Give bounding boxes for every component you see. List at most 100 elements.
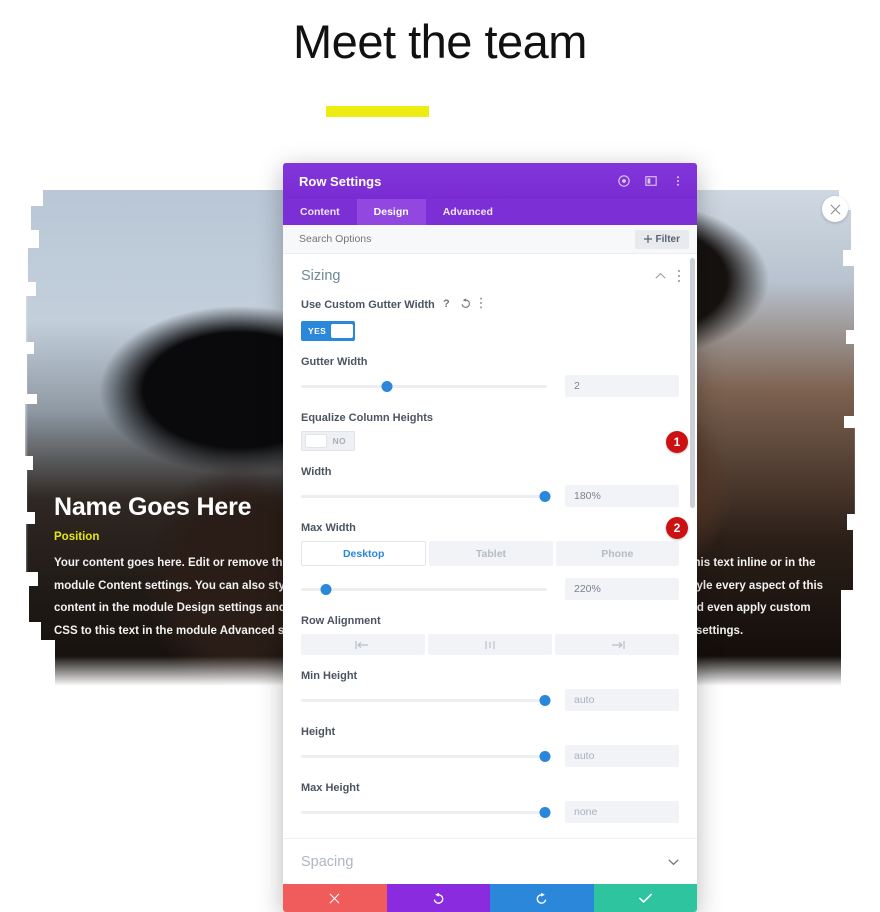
min-height-value[interactable]: auto [565, 689, 679, 711]
callout-badge-2: 2 [666, 517, 688, 539]
max-height-value[interactable]: none [565, 801, 679, 823]
modal-footer [283, 884, 697, 912]
page-hero: Meet the team [0, 0, 880, 118]
svg-text:?: ? [443, 298, 450, 309]
row-settings-modal: Row Settings Content Design Advanced Fil… [283, 163, 697, 912]
width-slider[interactable] [301, 488, 551, 504]
modal-header-actions [617, 174, 685, 188]
device-selector: Desktop Tablet Phone [301, 541, 679, 566]
redo-icon [536, 892, 547, 904]
kebab-menu-icon[interactable] [677, 269, 681, 283]
height-value[interactable]: auto [565, 745, 679, 767]
settings-panel: Sizing Use Custom Gutter Width ? YES Gut… [283, 254, 697, 884]
undo-button[interactable] [386, 884, 490, 912]
tab-content[interactable]: Content [283, 199, 357, 225]
align-left-button[interactable] [301, 634, 425, 655]
gutter-width-value[interactable]: 2 [565, 375, 679, 397]
gutter-width-slider[interactable] [301, 378, 547, 394]
field-width: Width 180% [301, 466, 679, 507]
toggle-state-label: NO [332, 436, 346, 446]
modal-title: Row Settings [299, 173, 382, 189]
align-center-icon [485, 640, 495, 649]
toggle-knob [305, 434, 328, 448]
align-left-icon [355, 640, 368, 649]
slider-knob[interactable] [539, 694, 551, 706]
row-alignment-selector [301, 634, 679, 655]
cancel-button[interactable] [283, 884, 387, 912]
slider-knob[interactable] [539, 806, 551, 818]
page-title: Meet the team [293, 15, 587, 68]
filter-label: Filter [655, 233, 680, 245]
kebab-menu-icon[interactable] [479, 296, 483, 314]
slider-knob[interactable] [539, 490, 551, 502]
slider-track [301, 384, 547, 388]
field-label: Max Width [301, 522, 356, 534]
slider-track [301, 698, 547, 702]
target-icon[interactable] [617, 174, 631, 188]
save-button[interactable] [593, 884, 697, 912]
check-icon [638, 893, 652, 903]
width-value[interactable]: 180% [565, 485, 679, 507]
min-height-slider[interactable] [301, 692, 551, 708]
field-equalize-column-heights: Equalize Column Heights NO [301, 412, 679, 451]
max-width-value[interactable]: 220% [565, 578, 679, 600]
settings-fields: Use Custom Gutter Width ? YES Gutter Wid… [283, 296, 697, 823]
max-height-slider[interactable] [301, 804, 551, 820]
field-label: Max Height [301, 782, 360, 794]
field-max-height: Max Height none [301, 782, 679, 823]
field-min-height: Min Height auto [301, 670, 679, 711]
align-right-icon [612, 640, 625, 649]
close-icon [830, 204, 840, 214]
slider-track [301, 494, 547, 498]
kebab-menu-icon[interactable] [671, 174, 685, 188]
modal-tabs: Content Design Advanced [283, 199, 697, 225]
redo-button[interactable] [490, 884, 594, 912]
panel-scrollbar[interactable] [690, 258, 695, 508]
undo-icon[interactable] [460, 296, 471, 314]
plus-icon [643, 235, 652, 243]
slider-knob[interactable] [320, 583, 332, 595]
undo-icon [433, 892, 444, 904]
title-underline-rule [326, 106, 429, 118]
question-mark-icon[interactable]: ? [443, 296, 452, 314]
field-label: Height [301, 726, 336, 738]
chevron-up-icon[interactable] [655, 272, 666, 280]
field-label: Gutter Width [301, 356, 368, 368]
section-header-sizing[interactable]: Sizing [283, 254, 697, 296]
toggle-equalize-column-heights[interactable]: NO [301, 431, 355, 451]
tab-advanced[interactable]: Advanced [426, 199, 510, 225]
close-icon [329, 893, 340, 903]
slider-knob[interactable] [539, 750, 551, 762]
device-tab-tablet[interactable]: Tablet [429, 541, 553, 566]
layout-panel-icon[interactable] [644, 174, 658, 188]
height-slider[interactable] [301, 748, 551, 764]
search-bar: Filter [283, 225, 697, 254]
field-height: Height auto [301, 726, 679, 767]
callout-badge-1: 1 [666, 431, 688, 453]
chevron-down-icon[interactable] [668, 858, 679, 866]
search-input[interactable] [299, 233, 635, 245]
slider-track [301, 587, 547, 591]
field-gutter-width: Gutter Width 2 [301, 356, 679, 397]
tab-design[interactable]: Design [356, 199, 426, 225]
toggle-use-custom-gutter-width[interactable]: YES [301, 321, 355, 341]
max-width-slider[interactable] [301, 581, 547, 597]
align-right-button[interactable] [555, 634, 679, 655]
card-close-button[interactable] [822, 196, 848, 222]
modal-header: Row Settings [283, 163, 697, 199]
field-label: Use Custom Gutter Width [301, 299, 435, 311]
slider-track [301, 754, 547, 758]
filter-button[interactable]: Filter [634, 229, 689, 249]
device-tab-phone[interactable]: Phone [555, 541, 679, 566]
field-label: Min Height [301, 670, 358, 682]
slider-knob[interactable] [381, 380, 393, 392]
toggle-knob [331, 324, 354, 338]
toggle-state-label: YES [308, 326, 327, 336]
align-center-button[interactable] [428, 634, 552, 655]
field-label: Width [301, 466, 332, 478]
field-label: Equalize Column Heights [301, 412, 434, 424]
section-title: Sizing [301, 268, 341, 284]
section-header-spacing[interactable]: Spacing [283, 838, 697, 884]
device-tab-desktop[interactable]: Desktop [301, 541, 427, 566]
field-label: Row Alignment [301, 615, 381, 627]
